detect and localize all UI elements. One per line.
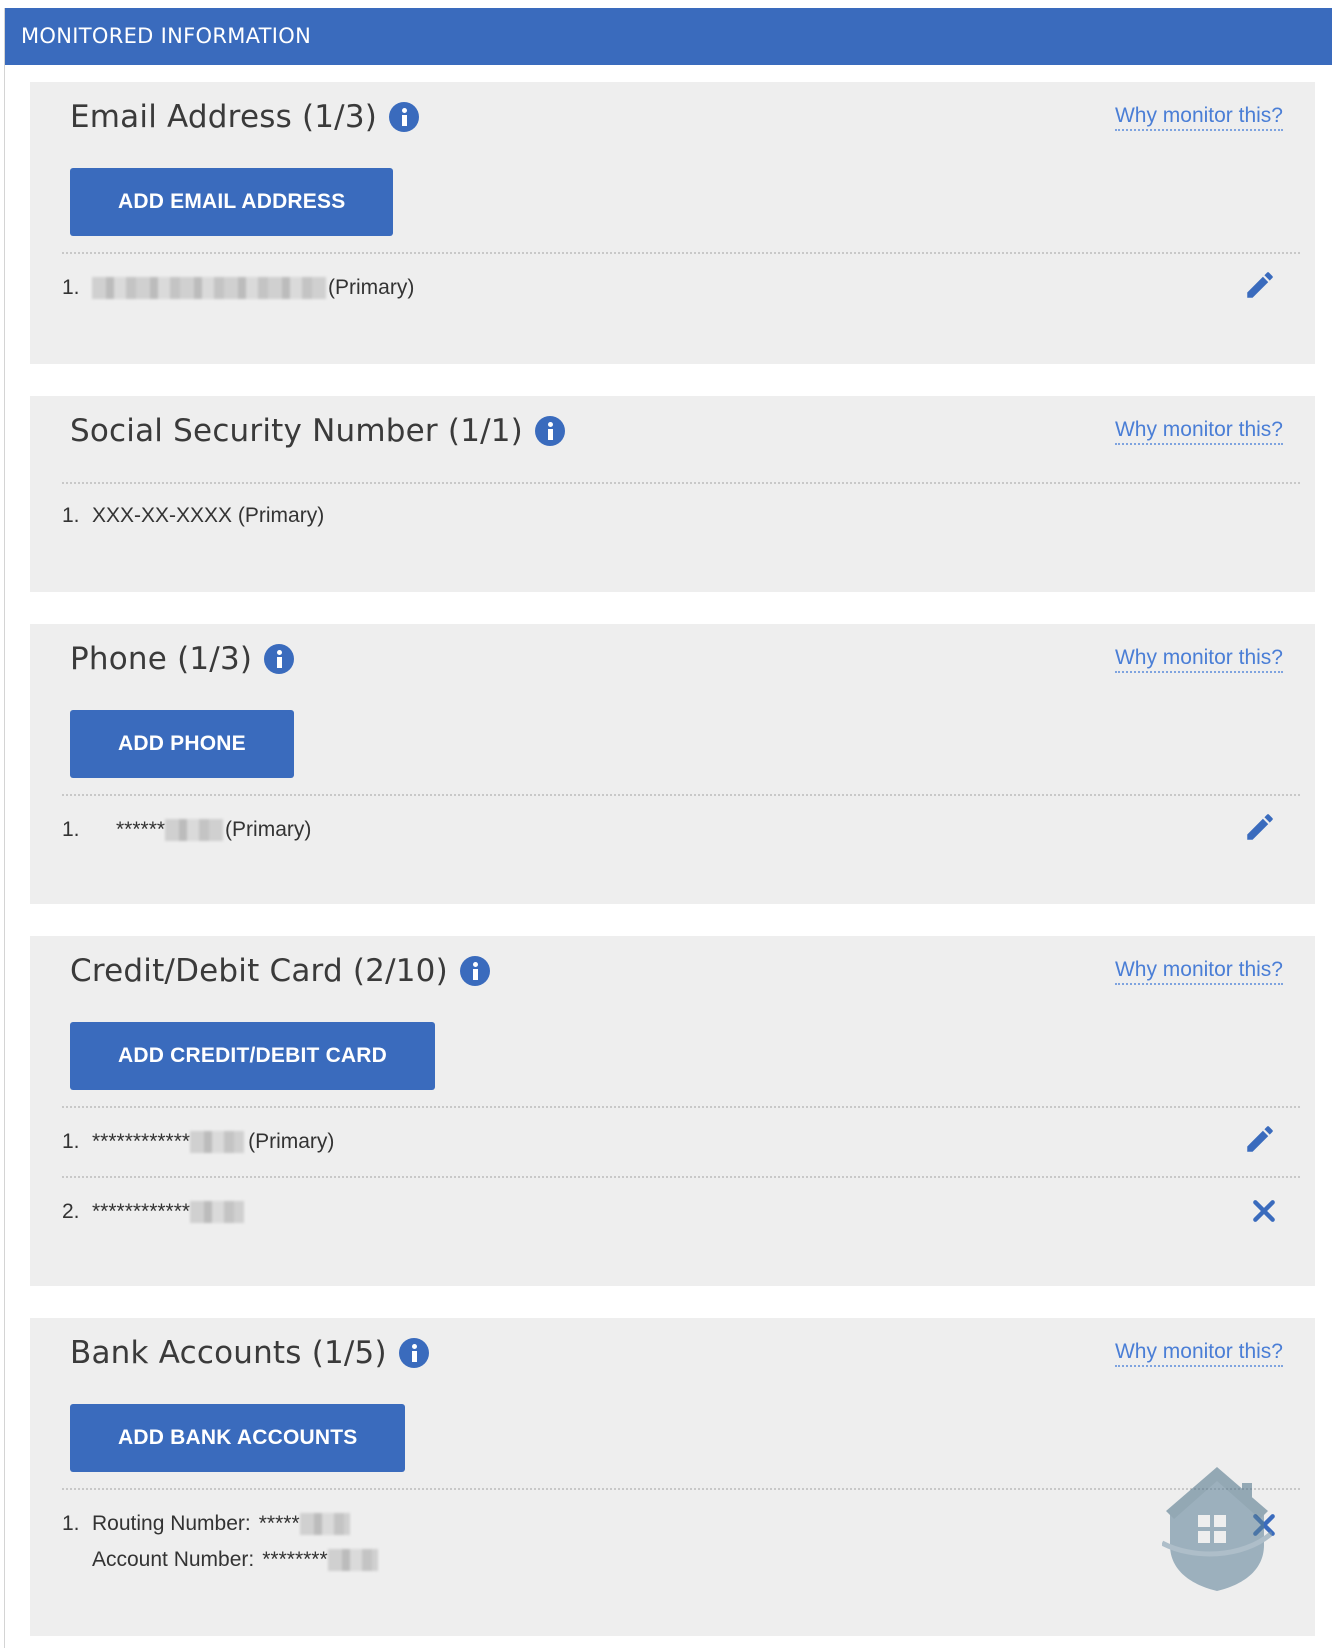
add-phone-button[interactable]: ADD PHONE bbox=[70, 710, 294, 778]
list-item: 1. ************ (Primary) bbox=[62, 1130, 334, 1154]
email-title: Email Address (1/3) bbox=[70, 99, 378, 135]
divider bbox=[62, 1488, 1300, 1490]
house-shield-icon bbox=[1162, 1467, 1272, 1591]
card-title-row: Credit/Debit Card (2/10) bbox=[70, 953, 490, 989]
ssn-title: Social Security Number (1/1) bbox=[70, 413, 523, 449]
ssn-panel: Social Security Number (1/1) Why monitor… bbox=[30, 396, 1315, 592]
email-title-row: Email Address (1/3) bbox=[70, 99, 420, 135]
redacted-card bbox=[190, 1131, 245, 1153]
phone-title: Phone (1/3) bbox=[70, 641, 253, 677]
why-monitor-link[interactable]: Why monitor this? bbox=[1114, 418, 1283, 445]
add-bank-button[interactable]: ADD BANK ACCOUNTS bbox=[70, 1404, 406, 1472]
list-item: 1. (Primary) bbox=[62, 276, 414, 300]
redacted-account bbox=[327, 1549, 378, 1571]
card-panel: Credit/Debit Card (2/10) Why monitor thi… bbox=[30, 936, 1315, 1286]
pencil-icon[interactable] bbox=[1243, 810, 1277, 844]
bank-title-row: Bank Accounts (1/5) bbox=[70, 1335, 429, 1371]
phone-mask: ****** bbox=[116, 818, 166, 841]
card-mask: ************ bbox=[92, 1130, 191, 1153]
why-monitor-link[interactable]: Why monitor this? bbox=[1114, 104, 1283, 131]
redacted-email bbox=[92, 277, 326, 299]
item-number: 1. bbox=[62, 1512, 80, 1535]
add-email-button[interactable]: ADD EMAIL ADDRESS bbox=[70, 168, 394, 236]
pencil-icon[interactable] bbox=[1243, 1122, 1277, 1156]
bank-panel: Bank Accounts (1/5) Why monitor this? AD… bbox=[30, 1318, 1315, 1636]
item-number: 1. bbox=[62, 276, 80, 299]
item-text: XXX-XX-XXXX (Primary) bbox=[92, 504, 325, 527]
list-item: 1. ****** (Primary) bbox=[62, 818, 311, 842]
divider bbox=[62, 482, 1300, 484]
header-title: MONITORED INFORMATION bbox=[21, 24, 312, 48]
why-monitor-link[interactable]: Why monitor this? bbox=[1114, 646, 1283, 673]
redacted-phone bbox=[165, 819, 224, 841]
info-icon[interactable] bbox=[534, 416, 565, 446]
redacted-card bbox=[190, 1201, 245, 1223]
why-monitor-link[interactable]: Why monitor this? bbox=[1114, 958, 1283, 985]
list-item-continued: Account Number: ******** bbox=[92, 1548, 378, 1572]
account-label: Account Number: bbox=[92, 1548, 255, 1571]
info-icon[interactable] bbox=[459, 956, 490, 986]
info-icon[interactable] bbox=[264, 644, 295, 674]
item-suffix: (Primary) bbox=[225, 818, 312, 841]
section-header: MONITORED INFORMATION bbox=[5, 8, 1332, 65]
bank-title: Bank Accounts (1/5) bbox=[70, 1335, 387, 1371]
card-title: Credit/Debit Card (2/10) bbox=[70, 953, 448, 989]
phone-title-row: Phone (1/3) bbox=[70, 641, 295, 677]
item-number: 1. bbox=[62, 1130, 80, 1153]
account-mask: ******** bbox=[262, 1548, 328, 1571]
email-panel: Email Address (1/3) Why monitor this? AD… bbox=[30, 82, 1315, 364]
pencil-icon[interactable] bbox=[1243, 268, 1277, 302]
divider bbox=[62, 252, 1300, 254]
item-number: 2. bbox=[62, 1200, 80, 1223]
info-icon[interactable] bbox=[389, 102, 420, 132]
phone-panel: Phone (1/3) Why monitor this? ADD PHONE … bbox=[30, 624, 1315, 904]
list-item: 1. Routing Number: ***** bbox=[62, 1512, 350, 1536]
item-number: 1. bbox=[62, 818, 80, 841]
item-number: 1. bbox=[62, 504, 80, 527]
divider bbox=[62, 1106, 1300, 1108]
divider bbox=[62, 1176, 1300, 1178]
item-suffix: (Primary) bbox=[328, 276, 415, 299]
why-monitor-link[interactable]: Why monitor this? bbox=[1114, 1340, 1283, 1367]
close-icon[interactable] bbox=[1251, 1198, 1277, 1224]
item-suffix: (Primary) bbox=[248, 1130, 335, 1153]
info-icon[interactable] bbox=[398, 1338, 429, 1368]
ssn-title-row: Social Security Number (1/1) bbox=[70, 413, 565, 449]
redacted-routing bbox=[299, 1513, 350, 1535]
list-item: 1. XXX-XX-XXXX (Primary) bbox=[62, 504, 324, 528]
add-card-button[interactable]: ADD CREDIT/DEBIT CARD bbox=[70, 1022, 436, 1090]
routing-label: Routing Number: bbox=[92, 1512, 251, 1535]
divider bbox=[62, 794, 1300, 796]
routing-mask: ***** bbox=[258, 1512, 300, 1535]
list-item: 2. ************ bbox=[62, 1200, 245, 1224]
card-mask: ************ bbox=[92, 1200, 191, 1223]
